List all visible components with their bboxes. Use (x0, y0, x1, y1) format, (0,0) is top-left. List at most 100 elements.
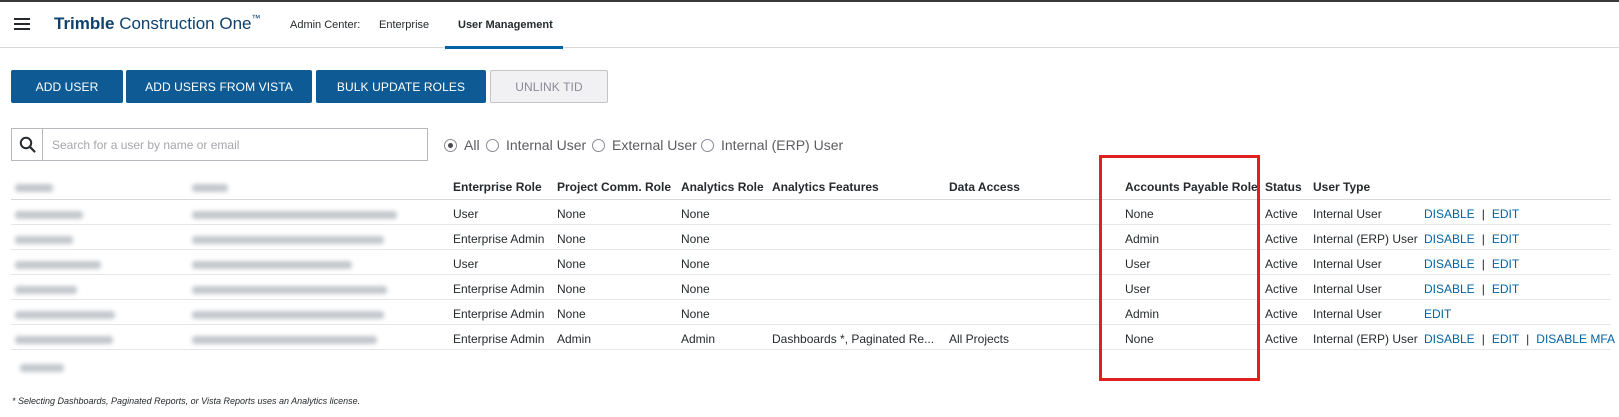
edit-link[interactable]: EDIT (1492, 282, 1519, 296)
user-name-redacted (15, 336, 113, 344)
user-name-redacted (15, 261, 101, 269)
cell-project-comm-role: None (557, 207, 586, 221)
cell-status: Active (1265, 232, 1298, 246)
filter-external-user-radio[interactable]: External User (592, 137, 697, 153)
cell-status: Active (1265, 307, 1298, 321)
action-separator: | (1481, 332, 1485, 346)
search-input[interactable] (52, 136, 412, 154)
row-divider (11, 324, 1611, 325)
disable-link[interactable]: DISABLE (1424, 232, 1475, 246)
radio-label: All (464, 137, 480, 153)
row-divider (11, 249, 1611, 250)
row-actions: DISABLE | EDIT (1424, 207, 1519, 221)
radio-selected-icon (444, 138, 457, 152)
cell-user-type: Internal User (1313, 207, 1382, 221)
column-header-data-access[interactable]: Data Access (949, 180, 1020, 194)
nav-tab-user-management[interactable]: User Management (458, 19, 553, 31)
cell-user-type: Internal (ERP) User (1313, 232, 1418, 246)
column-header-email-redacted (192, 184, 228, 192)
row-divider (11, 274, 1611, 275)
cell-project-comm-role: Admin (557, 332, 592, 346)
column-header-enterprise-role[interactable]: Enterprise Role (453, 180, 542, 194)
column-header-status[interactable]: Status (1265, 180, 1302, 194)
accounts-payable-highlight-box (1099, 155, 1260, 381)
column-header-analytics-features[interactable]: Analytics Features (772, 180, 879, 194)
cell-enterprise-role: Enterprise Admin (453, 282, 545, 296)
brand-logo[interactable]: Trimble Construction One™ (54, 13, 260, 34)
action-separator: | (1526, 332, 1530, 346)
user-email-redacted (192, 261, 352, 269)
app-header: Trimble Construction One™ Admin Center: … (0, 2, 1619, 49)
active-tab-indicator (445, 46, 563, 49)
action-separator: | (1481, 257, 1485, 271)
cell-analytics-role: None (681, 307, 710, 321)
menu-icon[interactable] (14, 18, 30, 30)
search-icon[interactable] (12, 129, 43, 160)
nav-tab-enterprise[interactable]: Enterprise (379, 19, 429, 31)
column-header-analytics-role[interactable]: Analytics Role (681, 180, 764, 194)
analytics-license-footnote: * Selecting Dashboards, Paginated Report… (12, 396, 361, 406)
bulk-update-roles-button[interactable]: BULK UPDATE ROLES (316, 70, 486, 103)
radio-icon (701, 138, 714, 152)
row-actions: DISABLE | EDIT (1424, 257, 1519, 271)
column-header-name-redacted (15, 184, 53, 192)
edit-link[interactable]: EDIT (1492, 232, 1519, 246)
cell-project-comm-role: None (557, 307, 586, 321)
action-separator: | (1481, 207, 1485, 221)
disable-link[interactable]: DISABLE (1424, 332, 1475, 346)
disable-link[interactable]: DISABLE (1424, 282, 1475, 296)
edit-link[interactable]: EDIT (1492, 257, 1519, 271)
item-count-redacted (20, 364, 64, 372)
user-email-redacted (192, 311, 384, 319)
unlink-tid-button[interactable]: UNLINK TID (490, 70, 608, 103)
row-actions: DISABLE | EDIT (1424, 282, 1519, 296)
user-name-redacted (15, 236, 73, 244)
edit-link[interactable]: EDIT (1424, 307, 1451, 321)
cell-analytics-role: None (681, 257, 710, 271)
filter-all-radio[interactable]: All (444, 137, 480, 153)
user-email-redacted (192, 211, 397, 219)
cell-status: Active (1265, 257, 1298, 271)
disable-link[interactable]: DISABLE (1424, 257, 1475, 271)
cell-analytics-role: None (681, 207, 710, 221)
cell-analytics-role: Admin (681, 332, 716, 346)
user-name-redacted (15, 286, 77, 294)
cell-enterprise-role: User (453, 207, 479, 221)
edit-link[interactable]: EDIT (1492, 332, 1519, 346)
column-header-project-comm-role[interactable]: Project Comm. Role (557, 180, 671, 194)
cell-project-comm-role: None (557, 257, 586, 271)
cell-user-type: Internal User (1313, 282, 1382, 296)
cell-enterprise-role: Enterprise Admin (453, 332, 545, 346)
radio-icon (486, 138, 499, 152)
column-header-user-type[interactable]: User Type (1313, 180, 1370, 194)
cell-project-comm-role: None (557, 232, 586, 246)
disable-mfa-link[interactable]: DISABLE MFA (1536, 332, 1615, 346)
cell-project-comm-role: None (557, 282, 586, 296)
filter-internal-user-radio[interactable]: Internal User (486, 137, 586, 153)
cell-status: Active (1265, 282, 1298, 296)
cell-status: Active (1265, 207, 1298, 221)
cell-analytics-role: None (681, 282, 710, 296)
user-email-redacted (192, 286, 387, 294)
add-user-button[interactable]: ADD USER (11, 70, 123, 103)
cell-enterprise-role: User (453, 257, 479, 271)
cell-enterprise-role: Enterprise Admin (453, 232, 545, 246)
cell-analytics-features: Dashboards *, Paginated Re... (772, 332, 935, 346)
cell-user-type: Internal (ERP) User (1313, 332, 1418, 346)
table-header-divider (11, 199, 1611, 200)
user-email-redacted (192, 336, 377, 344)
breadcrumb-admin-center: Admin Center: (290, 19, 361, 31)
disable-link[interactable]: DISABLE (1424, 207, 1475, 221)
row-divider (11, 224, 1611, 225)
user-email-redacted (192, 236, 384, 244)
filter-internal-erp-user-radio[interactable]: Internal (ERP) User (701, 137, 843, 153)
user-name-redacted (15, 311, 115, 319)
cell-status: Active (1265, 332, 1298, 346)
edit-link[interactable]: EDIT (1492, 207, 1519, 221)
cell-user-type: Internal User (1313, 307, 1382, 321)
add-users-from-vista-button[interactable]: ADD USERS FROM VISTA (126, 70, 312, 103)
action-separator: | (1481, 232, 1485, 246)
user-search (11, 128, 428, 161)
cell-analytics-role: None (681, 232, 710, 246)
row-actions: DISABLE | EDIT (1424, 232, 1519, 246)
